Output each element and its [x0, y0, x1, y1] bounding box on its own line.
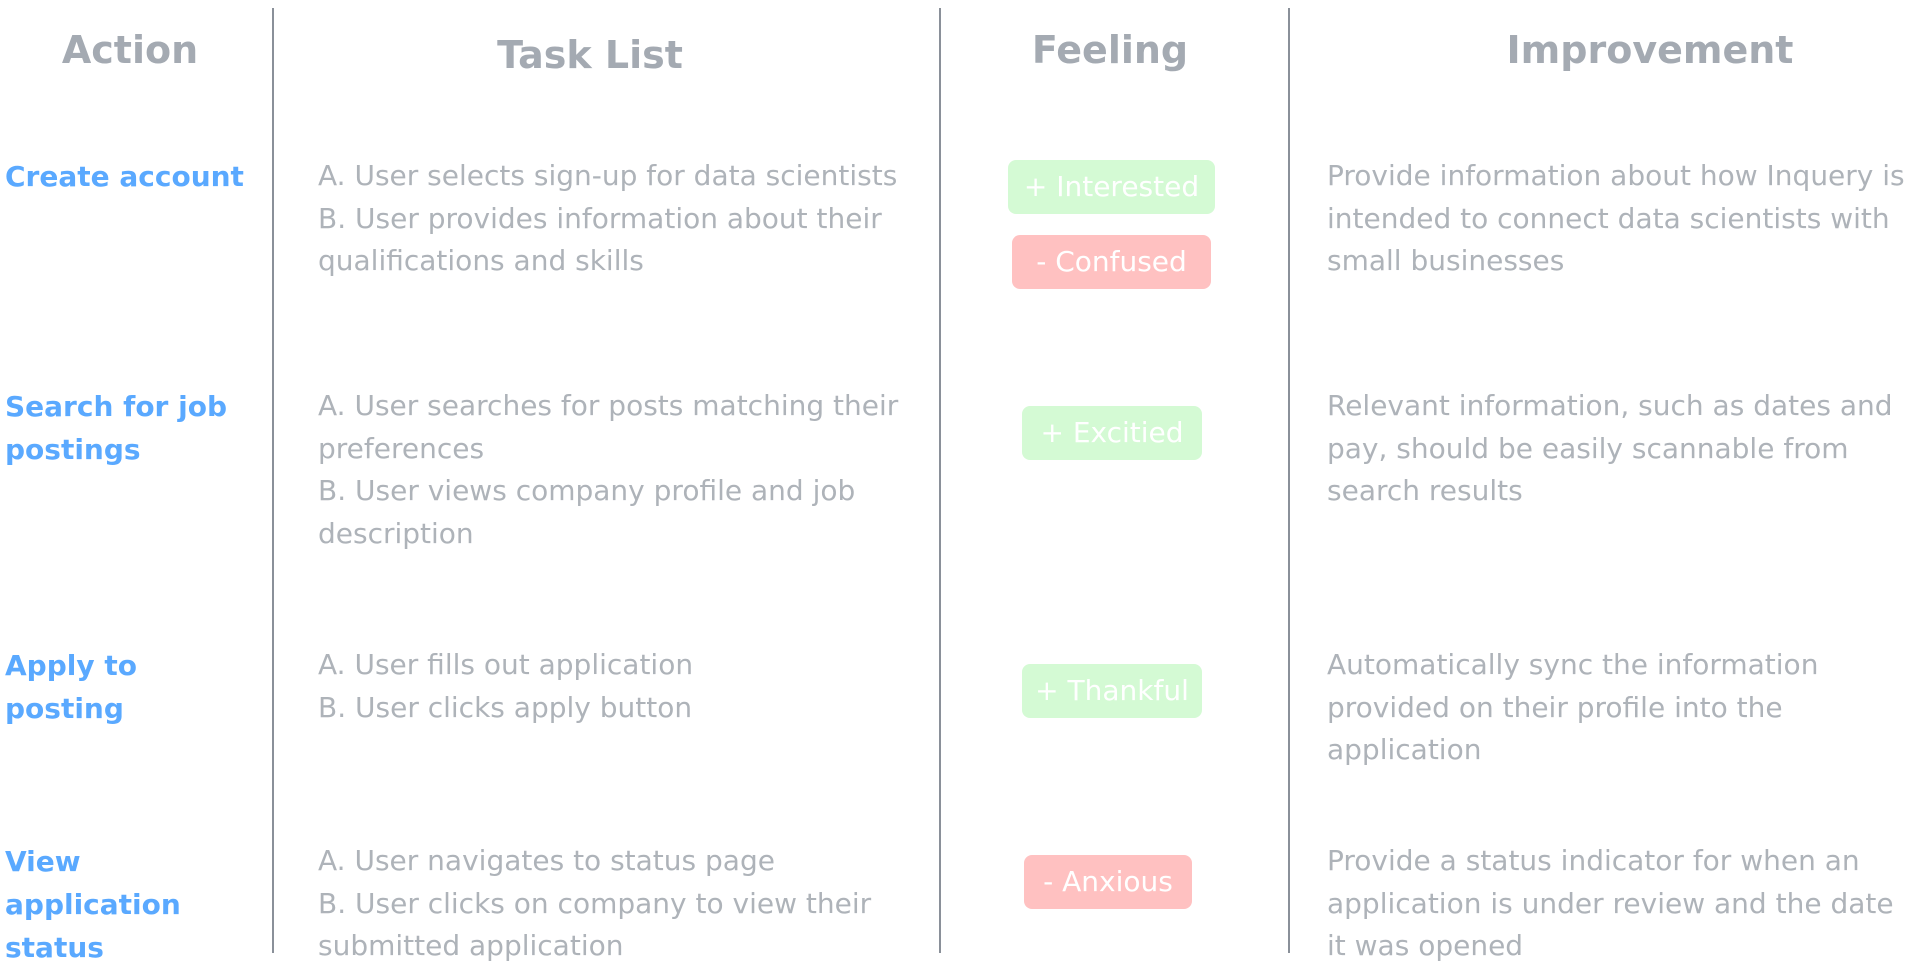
improvement-create-account: Provide information about how Inquery is…	[1327, 159, 1905, 277]
header-feeling: Feeling	[1031, 28, 1189, 72]
feeling-badge-interested: + Interested	[1008, 160, 1215, 214]
action-view-application-status: View application status	[5, 845, 181, 964]
column-divider	[1288, 8, 1290, 953]
improvement-search-job-postings: Relevant information, such as dates and …	[1327, 389, 1893, 507]
task-item: B. User views company profile and job de…	[318, 474, 856, 550]
task-list-create-account: A. User selects sign-up for data scienti…	[318, 155, 918, 283]
task-item: A. User selects sign-up for data scienti…	[318, 159, 898, 192]
improvement-view-application-status: Provide a status indicator for when an a…	[1327, 844, 1894, 962]
task-item: B. User clicks apply button	[318, 690, 693, 724]
column-divider	[939, 8, 941, 953]
task-item: A. User navigates to status page	[318, 844, 775, 877]
header-action: Action	[61, 28, 199, 72]
task-item: B. User provides information about their…	[318, 201, 882, 278]
header-improvement: Improvement	[1506, 28, 1794, 72]
task-item: A. User searches for posts matching thei…	[318, 389, 899, 465]
task-list-view-application-status: A. User navigates to status page B. User…	[318, 840, 918, 968]
task-item: B. User clicks on company to view their …	[318, 886, 872, 963]
task-item: A. User fills out application	[318, 648, 694, 681]
task-list-search-job-postings: A. User searches for posts matching thei…	[318, 385, 918, 555]
feeling-badge-anxious: - Anxious	[1024, 855, 1192, 909]
improvement-apply-to-posting: Automatically sync the information provi…	[1327, 648, 1819, 766]
task-list-apply-to-posting: A. User fills out application B. User cl…	[318, 644, 918, 729]
action-search-job-postings: Search for job postings	[5, 390, 227, 466]
action-apply-to-posting: Apply to posting	[5, 649, 137, 725]
feeling-badge-confused: - Confused	[1012, 235, 1211, 289]
action-create-account: Create account	[5, 160, 244, 193]
feeling-badge-excited: + Excitied	[1022, 406, 1202, 460]
feeling-badge-thankful: + Thankful	[1022, 664, 1202, 718]
header-task-list: Task List	[497, 33, 683, 77]
column-divider	[272, 8, 274, 953]
